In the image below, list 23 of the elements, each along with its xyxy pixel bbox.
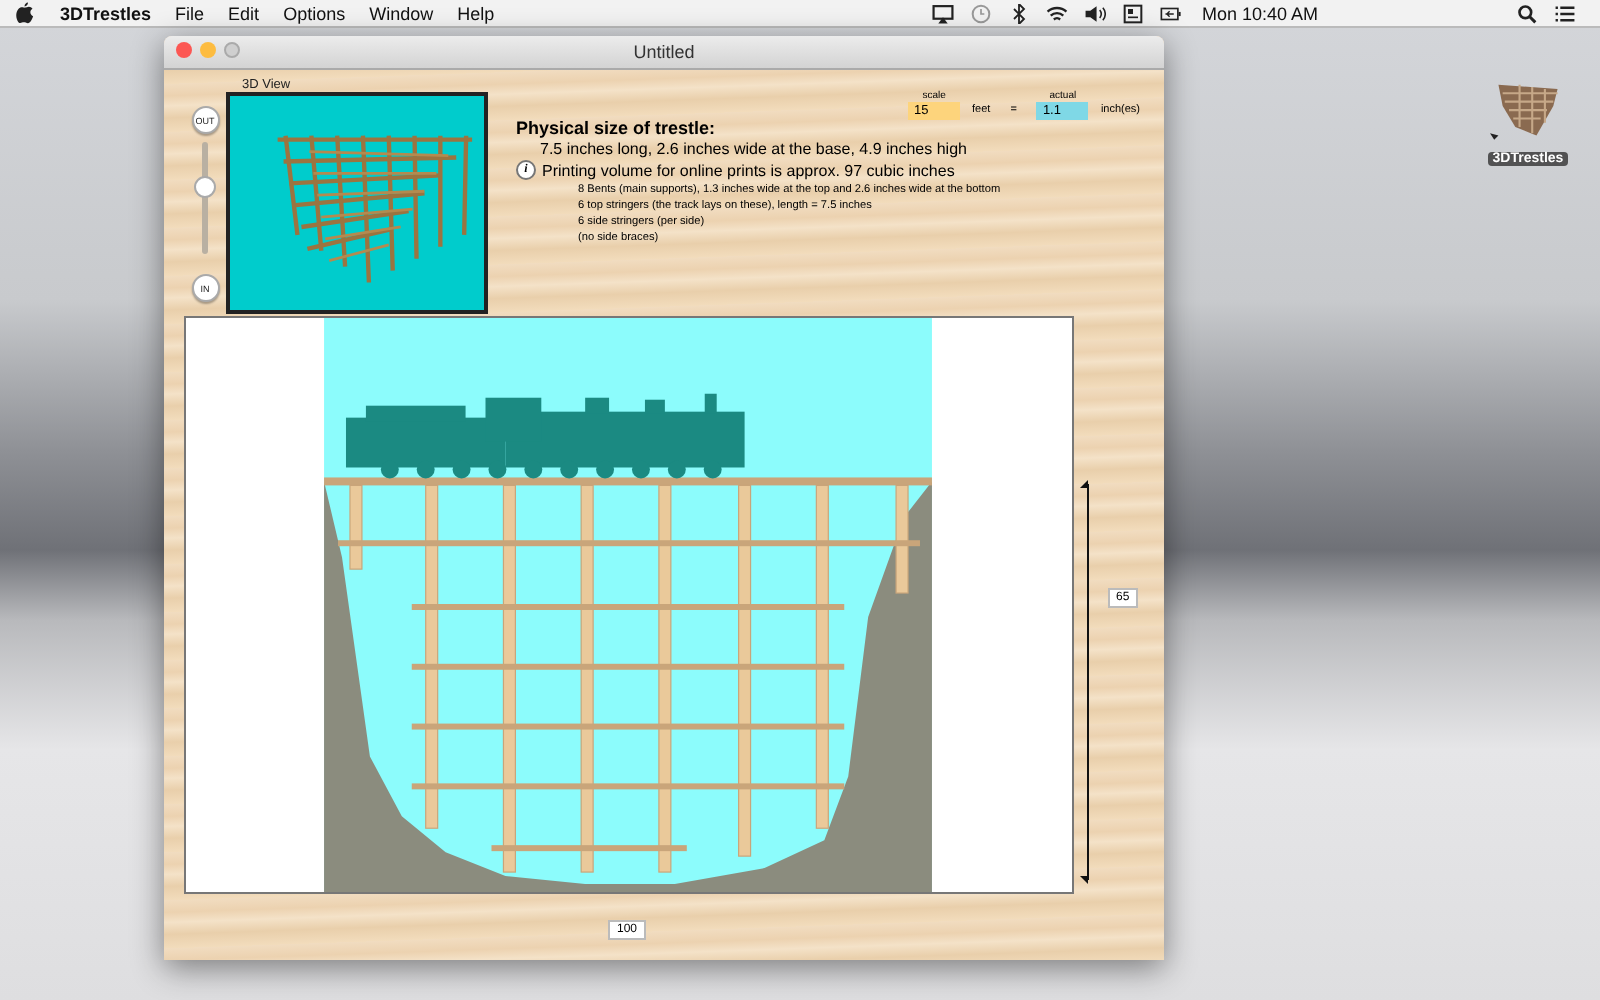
window-title: Untitled (633, 42, 695, 62)
size-heading: Physical size of trestle: (516, 118, 718, 138)
close-button[interactable] (176, 42, 192, 58)
bluetooth-icon[interactable] (1007, 3, 1030, 23)
app-menu[interactable]: 3DTrestles (60, 3, 152, 23)
slider-thumb[interactable] (194, 176, 216, 199)
size-summary: 7.5 inches long, 2.6 inches wide at the base, 4.9 inches high (540, 140, 969, 158)
menu-item[interactable]: Window (369, 3, 434, 23)
search-icon[interactable] (1516, 3, 1538, 23)
menu-clock[interactable]: Mon 10:40 AM (1201, 3, 1318, 23)
apple-icon[interactable] (16, 2, 34, 24)
list-icon[interactable] (1554, 3, 1576, 23)
menu-item[interactable]: File (175, 3, 205, 23)
wifi-icon[interactable] (1045, 3, 1068, 23)
battery-icon[interactable] (1159, 3, 1182, 23)
volume-icon[interactable] (1083, 3, 1106, 23)
menu-item[interactable]: Edit (228, 3, 260, 23)
menu-item[interactable]: Options (283, 3, 346, 23)
volume-text: Printing volume for online prints is approx. 97 cubic inches (542, 161, 955, 179)
id-card-icon[interactable] (1121, 3, 1144, 23)
airplay-icon[interactable] (931, 3, 954, 23)
menu-item[interactable]: Help (457, 3, 495, 23)
clock-icon[interactable] (969, 3, 992, 23)
